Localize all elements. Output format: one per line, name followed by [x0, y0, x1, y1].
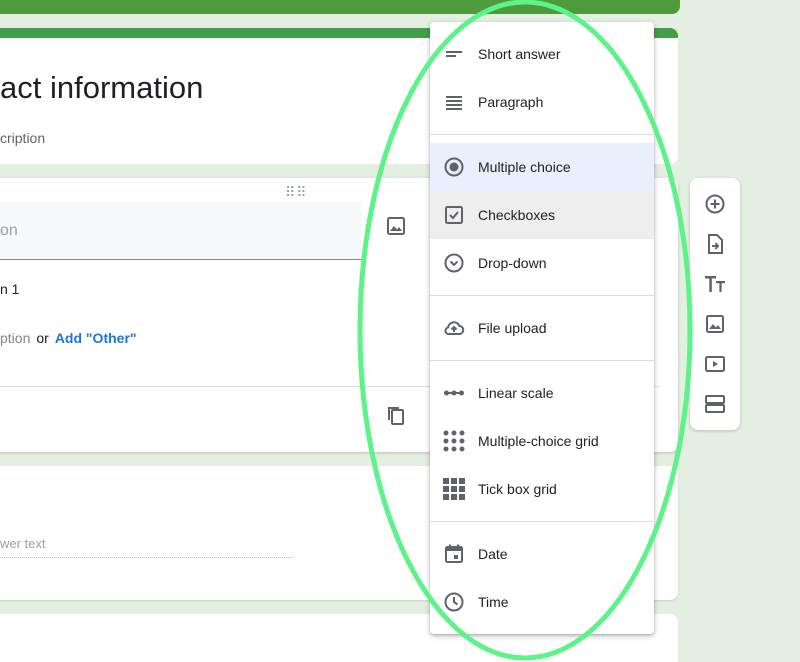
- image-icon[interactable]: [384, 214, 408, 238]
- question-title-placeholder: on: [0, 222, 18, 239]
- form-title[interactable]: act information: [0, 70, 203, 106]
- or-text: or: [36, 330, 49, 346]
- short-answer-icon: [442, 42, 466, 66]
- add-image-icon[interactable]: [703, 312, 727, 336]
- add-option-link[interactable]: ption: [0, 330, 30, 346]
- menu-item-linear-scale[interactable]: Linear scale: [430, 369, 654, 417]
- add-video-icon[interactable]: [703, 352, 727, 376]
- checkbox-icon: [442, 203, 466, 227]
- menu-item-label: Time: [478, 594, 509, 610]
- drag-handle-icon[interactable]: ⠿⠿: [285, 184, 308, 201]
- menu-separator: [430, 360, 654, 361]
- menu-item-drop-down[interactable]: Drop-down: [430, 239, 654, 287]
- radio-button-icon: [442, 155, 466, 179]
- square-grid-icon: [442, 477, 466, 501]
- menu-separator: [430, 521, 654, 522]
- menu-item-label: Paragraph: [478, 94, 544, 110]
- form-description[interactable]: cription: [0, 130, 45, 146]
- menu-separator: [430, 295, 654, 296]
- dot-grid-icon: [442, 429, 466, 453]
- menu-item-multiple-choice-grid[interactable]: Multiple-choice grid: [430, 417, 654, 465]
- paragraph-icon: [442, 90, 466, 114]
- add-option-row: ption or Add "Other": [0, 330, 137, 346]
- menu-separator: [430, 134, 654, 135]
- menu-item-file-upload[interactable]: File upload: [430, 304, 654, 352]
- question-type-menu: Short answer Paragraph Multiple choice C…: [430, 22, 654, 634]
- menu-item-label: Short answer: [478, 46, 561, 62]
- menu-item-label: Multiple choice: [478, 159, 571, 175]
- option-1-label[interactable]: n 1: [0, 281, 19, 297]
- menu-item-label: File upload: [478, 320, 547, 336]
- clock-icon: [442, 590, 466, 614]
- add-title-icon[interactable]: [703, 272, 727, 296]
- short-answer-placeholder: wer text: [0, 536, 293, 558]
- menu-item-label: Checkboxes: [478, 207, 556, 223]
- dropdown-circle-icon: [442, 251, 466, 275]
- menu-item-label: Tick box grid: [478, 481, 557, 497]
- menu-item-label: Linear scale: [478, 385, 554, 401]
- menu-item-checkboxes[interactable]: Checkboxes: [430, 191, 654, 239]
- question-title-input[interactable]: on: [0, 202, 362, 260]
- menu-item-label: Drop-down: [478, 255, 547, 271]
- side-toolbar: [690, 178, 740, 430]
- duplicate-icon[interactable]: [384, 404, 408, 428]
- menu-item-label: Date: [478, 546, 508, 562]
- add-question-icon[interactable]: [703, 192, 727, 216]
- menu-item-multiple-choice[interactable]: Multiple choice: [430, 143, 654, 191]
- header-banner: [0, 0, 680, 14]
- menu-item-date[interactable]: Date: [430, 530, 654, 578]
- menu-item-time[interactable]: Time: [430, 578, 654, 626]
- cloud-upload-icon: [442, 316, 466, 340]
- add-section-icon[interactable]: [703, 392, 727, 416]
- add-other-link[interactable]: Add "Other": [55, 330, 137, 346]
- import-questions-icon[interactable]: [703, 232, 727, 256]
- menu-item-short-answer[interactable]: Short answer: [430, 30, 654, 78]
- linear-scale-icon: [442, 381, 466, 405]
- menu-item-paragraph[interactable]: Paragraph: [430, 78, 654, 126]
- menu-item-label: Multiple-choice grid: [478, 433, 599, 449]
- menu-item-tick-box-grid[interactable]: Tick box grid: [430, 465, 654, 513]
- calendar-icon: [442, 542, 466, 566]
